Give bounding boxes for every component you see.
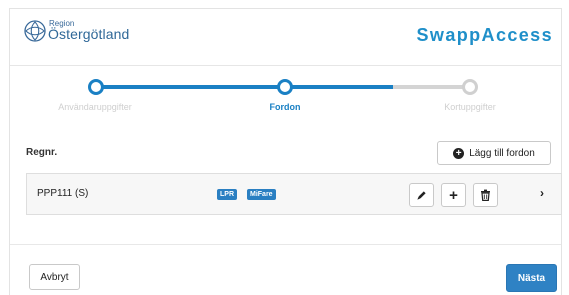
add-card-button[interactable]: + bbox=[441, 183, 466, 207]
add-vehicle-label: Lägg till fordon bbox=[469, 147, 535, 159]
registration-card: Region Östergötland SwappAccess Användar… bbox=[9, 8, 562, 295]
column-header-regnr: Regnr. bbox=[26, 147, 58, 158]
plus-icon: + bbox=[449, 186, 458, 204]
next-button[interactable]: Nästa bbox=[506, 264, 557, 292]
app-logo: SwappAccess bbox=[416, 25, 553, 45]
tag-mifare: MiFare bbox=[247, 189, 276, 200]
region-logo-icon bbox=[24, 20, 46, 42]
chevron-right-icon[interactable]: › bbox=[540, 186, 544, 200]
step-dot-fordon bbox=[277, 79, 293, 95]
stepper-track-completed bbox=[93, 85, 393, 89]
step-label-fordon: Fordon bbox=[269, 102, 301, 112]
tag-lpr: LPR bbox=[217, 189, 237, 200]
vehicle-row[interactable]: PPP111 (S) LPR MiFare + › bbox=[26, 173, 562, 215]
header: Region Östergötland SwappAccess bbox=[10, 9, 561, 66]
org-name: Östergötland bbox=[48, 26, 130, 42]
step-dot-anvandaruppgifter bbox=[88, 79, 104, 95]
pencil-icon bbox=[417, 190, 426, 200]
footer-divider bbox=[10, 244, 561, 245]
vehicle-reg-number: PPP111 (S) bbox=[37, 188, 89, 199]
cancel-button[interactable]: Avbryt bbox=[29, 264, 80, 290]
trash-icon bbox=[481, 189, 490, 201]
step-label-kortuppgifter: Kortuppgifter bbox=[444, 102, 496, 112]
step-label-anvandaruppgifter: Användaruppgifter bbox=[58, 102, 132, 112]
step-dot-kortuppgifter bbox=[462, 79, 478, 95]
delete-button[interactable] bbox=[473, 183, 498, 207]
plus-circle-icon: + bbox=[453, 147, 465, 159]
edit-button[interactable] bbox=[409, 183, 434, 207]
add-vehicle-button[interactable]: + Lägg till fordon bbox=[437, 141, 551, 165]
